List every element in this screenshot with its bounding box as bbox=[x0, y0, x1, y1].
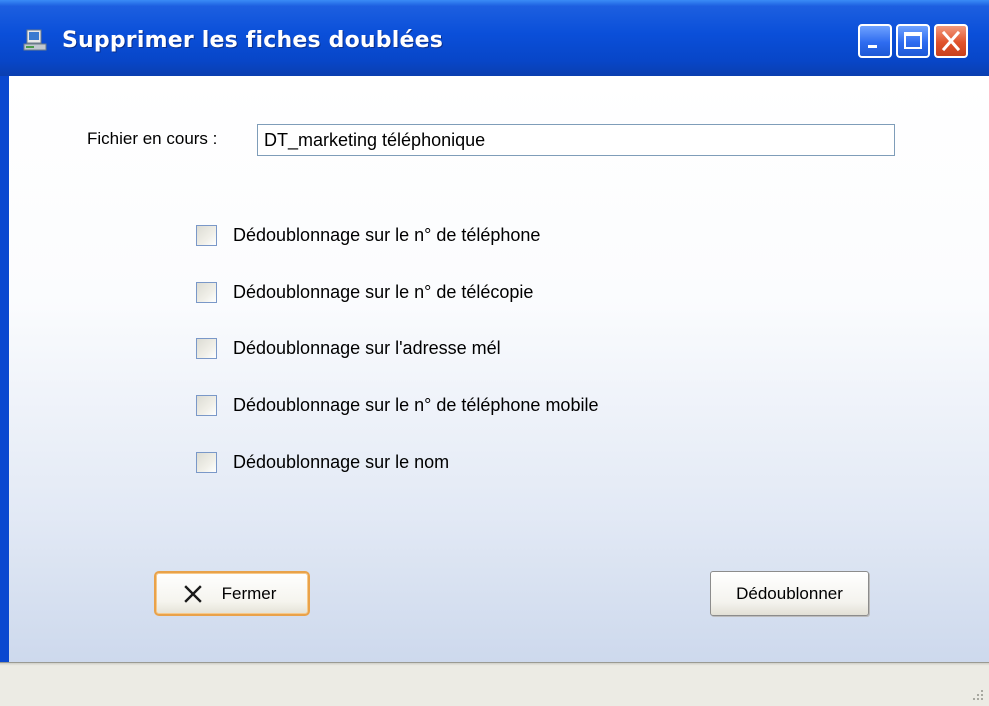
close-button[interactable]: Fermer bbox=[154, 571, 310, 616]
dialog-window: Supprimer les fiches doublées Fichier en… bbox=[0, 0, 989, 706]
file-label: Fichier en cours : bbox=[87, 129, 218, 148]
app-icon bbox=[23, 29, 47, 51]
window-frame-left bbox=[0, 76, 9, 706]
x-icon bbox=[183, 584, 202, 603]
window-title: Supprimer les fiches doublées bbox=[62, 28, 444, 53]
option-name-checkbox[interactable] bbox=[196, 451, 217, 473]
option-phone-checkbox[interactable] bbox=[196, 224, 217, 246]
close-icon bbox=[941, 30, 961, 52]
deduplicate-button[interactable]: Dédoublonner bbox=[710, 571, 869, 616]
maximize-button[interactable] bbox=[896, 24, 930, 58]
deduplicate-button-label: Dédoublonner bbox=[736, 583, 843, 603]
current-file-field[interactable] bbox=[257, 124, 895, 156]
close-window-button[interactable] bbox=[934, 24, 968, 58]
option-name[interactable]: Dédoublonnage sur le nom bbox=[196, 449, 449, 475]
minimize-icon bbox=[868, 45, 877, 48]
option-fax-checkbox[interactable] bbox=[196, 281, 217, 303]
option-email-label: Dédoublonnage sur l'adresse mél bbox=[233, 337, 501, 358]
resize-grip-icon[interactable] bbox=[969, 686, 985, 702]
option-email-checkbox[interactable] bbox=[196, 337, 217, 359]
title-bar[interactable]: Supprimer les fiches doublées bbox=[0, 0, 989, 76]
close-button-label: Fermer bbox=[221, 583, 277, 603]
minimize-button[interactable] bbox=[858, 24, 892, 58]
status-bar bbox=[0, 662, 989, 706]
option-mobile-label: Dédoublonnage sur le n° de téléphone mob… bbox=[233, 394, 599, 415]
maximize-icon bbox=[904, 32, 922, 49]
option-name-label: Dédoublonnage sur le nom bbox=[233, 451, 450, 472]
option-email[interactable]: Dédoublonnage sur l'adresse mél bbox=[196, 335, 501, 361]
option-phone-label: Dédoublonnage sur le n° de téléphone bbox=[233, 224, 541, 245]
option-mobile-checkbox[interactable] bbox=[196, 394, 217, 416]
option-fax-label: Dédoublonnage sur le n° de télécopie bbox=[233, 281, 534, 302]
option-mobile[interactable]: Dédoublonnage sur le n° de téléphone mob… bbox=[196, 392, 598, 418]
option-phone[interactable]: Dédoublonnage sur le n° de téléphone bbox=[196, 222, 540, 248]
option-fax[interactable]: Dédoublonnage sur le n° de télécopie bbox=[196, 279, 533, 305]
